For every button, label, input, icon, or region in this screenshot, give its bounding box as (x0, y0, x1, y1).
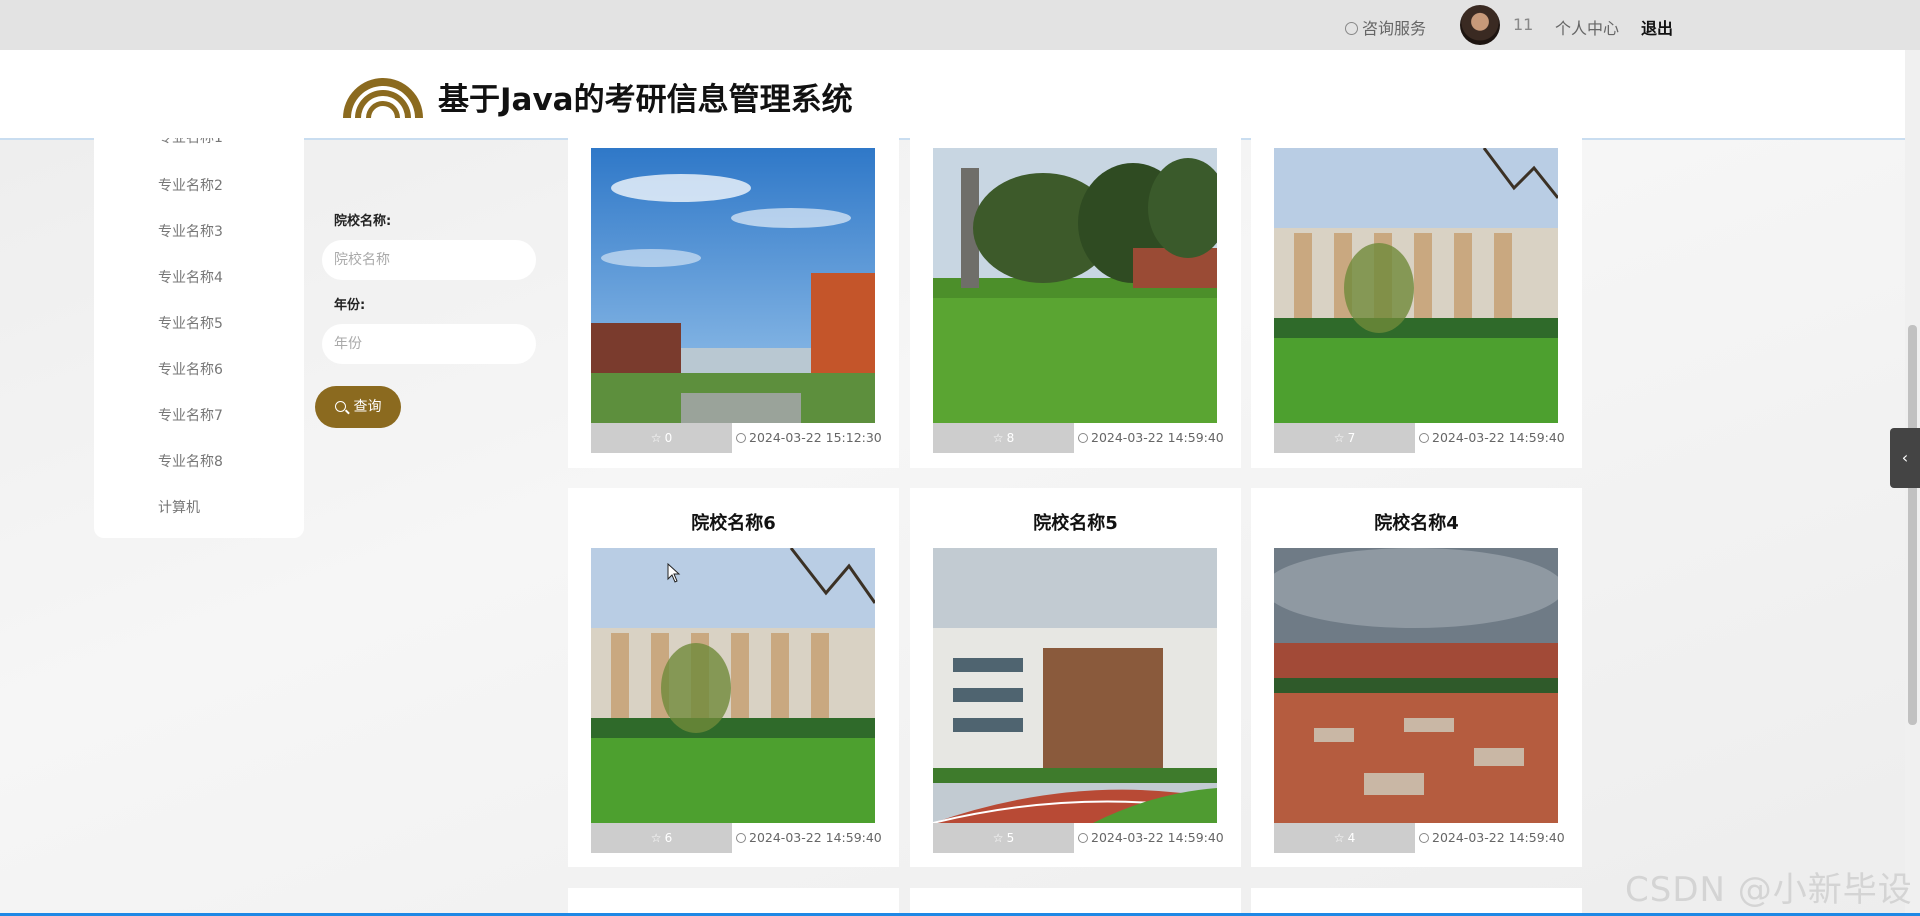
clock-icon (736, 833, 746, 843)
publish-time: 2024-03-22 15:12:30 (736, 423, 882, 453)
year-label: 年份: (334, 298, 366, 313)
like-count[interactable]: ☆ 0 (591, 423, 732, 453)
school-photo[interactable] (933, 148, 1217, 423)
card-footer: ☆ 6 2024-03-22 14:59:40 (591, 823, 882, 853)
school-card[interactable] (910, 888, 1241, 916)
site-title: 基于Java的考研信息管理系统 (438, 82, 853, 118)
school-name-label: 院校名称: (334, 214, 392, 229)
like-count[interactable]: ☆ 5 (933, 823, 1074, 853)
publish-time: 2024-03-22 14:59:40 (1419, 423, 1565, 453)
like-count[interactable]: ☆ 8 (933, 423, 1074, 453)
sidebar-item-7[interactable]: 专业名称7 (158, 405, 223, 425)
like-count[interactable]: ☆ 4 (1274, 823, 1415, 853)
card-footer: ☆ 5 2024-03-22 14:59:40 (933, 823, 1224, 853)
school-name-input[interactable] (322, 240, 536, 280)
star-icon: ☆ (650, 831, 662, 845)
card-footer: ☆ 4 2024-03-22 14:59:40 (1274, 823, 1565, 853)
clock-icon (1419, 833, 1429, 843)
username: 11 (1513, 15, 1534, 34)
school-card[interactable]: ☆ 0 2024-03-22 15:12:30 (568, 138, 899, 468)
sidebar-item-2[interactable]: 专业名称2 (158, 175, 223, 195)
clock-icon (1078, 833, 1088, 843)
like-count[interactable]: ☆ 6 (591, 823, 732, 853)
site-header: 基于Java的考研信息管理系统 (0, 50, 1905, 140)
category-sidebar: 专业名称1 专业名称2 专业名称3 专业名称4 专业名称5 专业名称6 专业名称… (94, 138, 304, 538)
scrollbar-thumb[interactable] (1908, 325, 1917, 725)
sidebar-item-4[interactable]: 专业名称4 (158, 267, 223, 287)
school-photo[interactable] (591, 148, 875, 423)
sidebar-item-3[interactable]: 专业名称3 (158, 221, 223, 241)
consult-label: 咨询服务 (1362, 19, 1427, 38)
star-icon: ☆ (992, 431, 1004, 445)
sidebar-item-6[interactable]: 专业名称6 (158, 359, 223, 379)
card-footer: ☆ 8 2024-03-22 14:59:40 (933, 423, 1224, 453)
search-button[interactable]: 查询 (315, 386, 401, 428)
search-icon (334, 401, 346, 412)
school-card[interactable]: ☆ 8 2024-03-22 14:59:40 (910, 138, 1241, 468)
card-title[interactable]: 院校名称5 (910, 509, 1241, 535)
side-panel-toggle[interactable]: ‹ (1890, 428, 1920, 488)
mouse-cursor-icon (667, 563, 681, 583)
clock-icon (736, 433, 746, 443)
consult-service-link[interactable]: 咨询服务 (1345, 15, 1426, 39)
star-icon: ☆ (1333, 431, 1345, 445)
school-photo[interactable] (933, 548, 1217, 823)
clock-icon (1078, 433, 1088, 443)
school-card[interactable]: 院校名称5 ☆ 5 2024-03-22 14:59:40 (910, 488, 1241, 867)
school-card[interactable]: 院校名称4 ☆ 4 2024-03-22 14:59:40 (1251, 488, 1582, 867)
sidebar-item-computer[interactable]: 计算机 (158, 497, 200, 517)
star-icon: ☆ (992, 831, 1004, 845)
sidebar-item-8[interactable]: 专业名称8 (158, 451, 223, 471)
publish-time: 2024-03-22 14:59:40 (1078, 823, 1224, 853)
card-footer: ☆ 0 2024-03-22 15:12:30 (591, 423, 882, 453)
year-input[interactable] (322, 324, 536, 364)
profile-link[interactable]: 个人中心 (1555, 15, 1619, 39)
sidebar-item-5[interactable]: 专业名称5 (158, 313, 223, 333)
school-card[interactable]: ☆ 7 2024-03-22 14:59:40 (1251, 138, 1582, 468)
avatar[interactable] (1460, 5, 1500, 45)
star-icon: ☆ (1333, 831, 1345, 845)
publish-time: 2024-03-22 14:59:40 (1419, 823, 1565, 853)
publish-time: 2024-03-22 14:59:40 (736, 823, 882, 853)
top-bar: 咨询服务 11 个人中心 退出 (0, 0, 1920, 50)
card-footer: ☆ 7 2024-03-22 14:59:40 (1274, 423, 1565, 453)
card-title[interactable]: 院校名称4 (1251, 509, 1582, 535)
school-card[interactable]: 院校名称6 ☆ 6 2024-03-22 14:59:40 (568, 488, 899, 867)
school-photo[interactable] (591, 548, 875, 823)
star-icon: ☆ (650, 431, 662, 445)
publish-time: 2024-03-22 14:59:40 (1078, 423, 1224, 453)
logout-link[interactable]: 退出 (1641, 15, 1673, 39)
school-photo[interactable] (1274, 148, 1558, 423)
school-card[interactable] (568, 888, 899, 916)
watermark: CSDN @小新毕设 (1625, 870, 1913, 910)
school-photo[interactable] (1274, 548, 1558, 823)
chevron-left-icon: ‹ (1901, 448, 1909, 467)
headset-icon (1345, 22, 1358, 35)
school-card[interactable] (1251, 888, 1582, 916)
site-logo (343, 78, 423, 118)
like-count[interactable]: ☆ 7 (1274, 423, 1415, 453)
search-button-label: 查询 (353, 399, 382, 415)
clock-icon (1419, 433, 1429, 443)
card-title[interactable]: 院校名称6 (568, 509, 899, 535)
